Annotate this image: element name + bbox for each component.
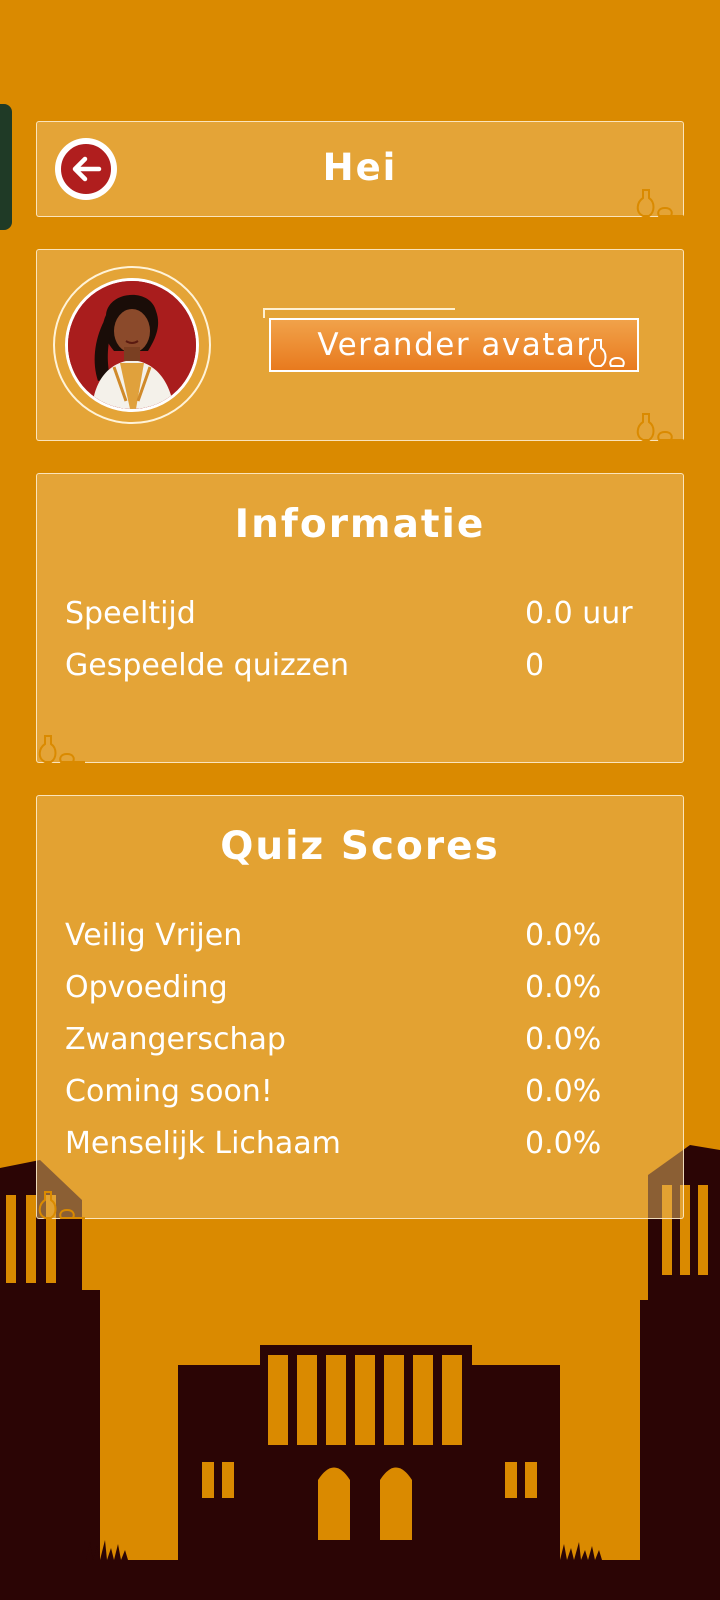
- score-label: Menselijk Lichaam: [65, 1126, 341, 1161]
- score-label: Opvoeding: [65, 970, 228, 1005]
- vase-ornament-icon: [636, 413, 683, 441]
- change-avatar-button[interactable]: Verander avatar: [269, 318, 639, 372]
- quiz-scores-title: Quiz Scores: [220, 824, 500, 869]
- vase-ornament-icon: [636, 189, 683, 217]
- header-panel: Hei: [36, 121, 684, 217]
- score-value: 0.0%: [525, 918, 602, 953]
- vase-ornament-icon: [38, 735, 85, 763]
- score-value: 0.0%: [525, 1126, 602, 1161]
- quiz-scores-panel: Quiz Scores Veilig Vrijen 0.0% Opvoeding…: [36, 795, 684, 1219]
- information-panel: Informatie Speeltijd 0.0 uur Gespeelde q…: [36, 473, 684, 763]
- avatar: [65, 278, 199, 412]
- score-value: 0.0%: [525, 1022, 602, 1057]
- info-value: 0.0 uur: [525, 596, 633, 631]
- vase-ornament-icon: [38, 1191, 85, 1219]
- avatar-frame: [53, 266, 211, 424]
- score-value: 0.0%: [525, 970, 602, 1005]
- vase-ornament-icon: [588, 339, 625, 367]
- button-frame-decoration: [263, 308, 455, 318]
- page-title: Hei: [322, 146, 398, 189]
- score-value: 0.0%: [525, 1074, 602, 1109]
- score-label: Coming soon!: [65, 1074, 273, 1109]
- information-title: Informatie: [234, 502, 486, 547]
- score-label: Zwangerschap: [65, 1022, 286, 1057]
- side-drawer-handle[interactable]: [0, 104, 12, 230]
- info-label: Gespeelde quizzen: [65, 648, 350, 683]
- score-label: Veilig Vrijen: [65, 918, 243, 953]
- info-value: 0: [525, 648, 545, 683]
- info-label: Speeltijd: [65, 596, 196, 631]
- avatar-panel: Verander avatar: [36, 249, 684, 441]
- avatar-illustration: [68, 281, 196, 409]
